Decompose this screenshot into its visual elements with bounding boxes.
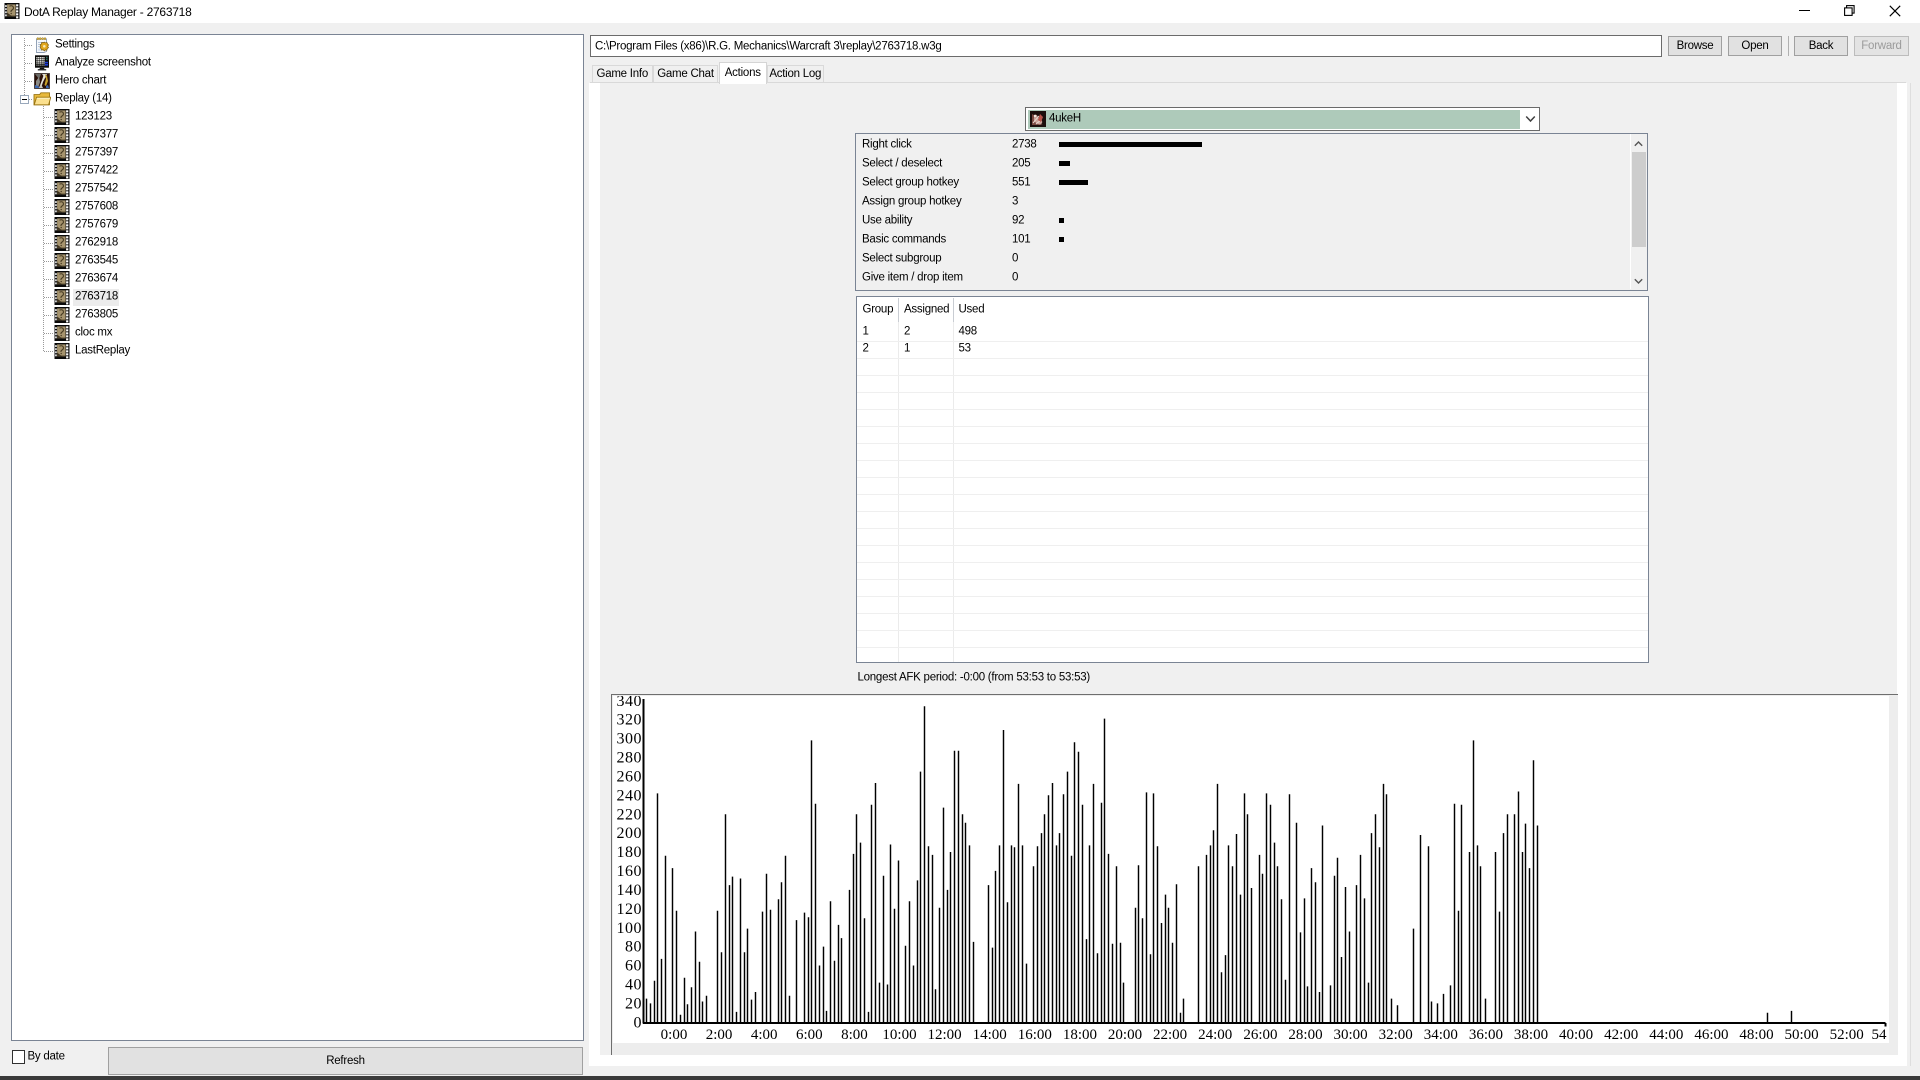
svg-text:38:00: 38:00 bbox=[1514, 1027, 1548, 1043]
svg-text:300: 300 bbox=[617, 731, 643, 748]
svg-text:28:00: 28:00 bbox=[1288, 1027, 1322, 1043]
svg-text:20: 20 bbox=[625, 996, 642, 1013]
svg-text:120: 120 bbox=[617, 901, 643, 918]
svg-text:6:00: 6:00 bbox=[796, 1027, 823, 1043]
svg-text:80: 80 bbox=[625, 939, 642, 956]
svg-text:140: 140 bbox=[617, 882, 643, 899]
svg-text:10:00: 10:00 bbox=[882, 1027, 916, 1043]
svg-text:54: 54 bbox=[1872, 1027, 1888, 1043]
svg-text:46:00: 46:00 bbox=[1694, 1027, 1728, 1043]
svg-text:16:00: 16:00 bbox=[1018, 1027, 1052, 1043]
svg-text:48:00: 48:00 bbox=[1739, 1027, 1773, 1043]
svg-text:40: 40 bbox=[625, 977, 642, 994]
svg-text:200: 200 bbox=[617, 825, 643, 842]
svg-text:50:00: 50:00 bbox=[1785, 1027, 1819, 1043]
svg-text:0:00: 0:00 bbox=[661, 1027, 688, 1043]
svg-text:42:00: 42:00 bbox=[1604, 1027, 1638, 1043]
svg-text:260: 260 bbox=[617, 768, 643, 785]
svg-text:18:00: 18:00 bbox=[1063, 1027, 1097, 1043]
svg-text:12:00: 12:00 bbox=[928, 1027, 962, 1043]
svg-text:52:00: 52:00 bbox=[1830, 1027, 1864, 1043]
svg-text:32:00: 32:00 bbox=[1379, 1027, 1413, 1043]
svg-text:44:00: 44:00 bbox=[1649, 1027, 1683, 1043]
svg-text:2:00: 2:00 bbox=[706, 1027, 733, 1043]
svg-text:160: 160 bbox=[617, 863, 643, 880]
svg-text:340: 340 bbox=[617, 696, 643, 710]
svg-text:8:00: 8:00 bbox=[841, 1027, 868, 1043]
svg-text:22:00: 22:00 bbox=[1153, 1027, 1187, 1043]
svg-text:180: 180 bbox=[617, 844, 643, 861]
svg-text:24:00: 24:00 bbox=[1198, 1027, 1232, 1043]
svg-text:240: 240 bbox=[617, 787, 643, 804]
svg-text:14:00: 14:00 bbox=[973, 1027, 1007, 1043]
svg-text:220: 220 bbox=[617, 806, 643, 823]
svg-text:4:00: 4:00 bbox=[751, 1027, 778, 1043]
svg-text:36:00: 36:00 bbox=[1469, 1027, 1503, 1043]
svg-text:320: 320 bbox=[617, 712, 643, 729]
svg-text:34:00: 34:00 bbox=[1424, 1027, 1458, 1043]
svg-text:280: 280 bbox=[617, 750, 643, 767]
svg-text:40:00: 40:00 bbox=[1559, 1027, 1593, 1043]
svg-text:100: 100 bbox=[617, 920, 643, 937]
svg-text:26:00: 26:00 bbox=[1243, 1027, 1277, 1043]
svg-text:20:00: 20:00 bbox=[1108, 1027, 1142, 1043]
svg-text:60: 60 bbox=[625, 958, 642, 975]
svg-text:0: 0 bbox=[634, 1014, 643, 1031]
svg-text:30:00: 30:00 bbox=[1334, 1027, 1368, 1043]
